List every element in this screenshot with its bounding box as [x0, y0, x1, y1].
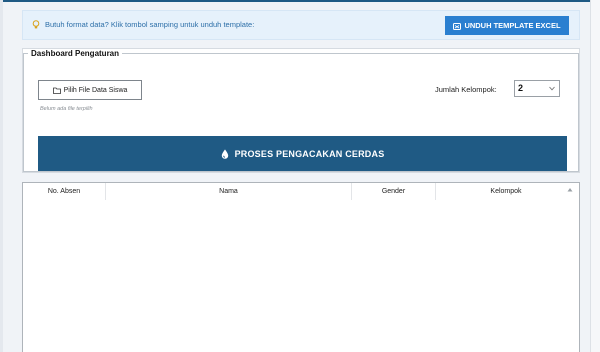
window-scrollbar[interactable]	[590, 0, 600, 352]
grid-header: No. Absen Nama Gender Kelompok	[23, 183, 583, 200]
settings-group: Dashboard Pengaturan Pilih File Data Sis…	[23, 49, 579, 172]
info-bar: Butuh format data? Klik tombol samping u…	[22, 10, 580, 40]
drop-icon	[221, 149, 228, 159]
choose-file-button[interactable]: Pilih File Data Siswa	[38, 80, 142, 100]
excel-icon	[453, 22, 462, 30]
column-header[interactable]: Kelompok	[436, 183, 576, 200]
settings-group-title: Dashboard Pengaturan	[31, 49, 120, 58]
scroll-up-icon[interactable]	[567, 187, 573, 192]
window-top-border	[0, 0, 600, 2]
window-left-edge	[0, 0, 3, 352]
chevron-down-icon	[549, 86, 555, 91]
kelompok-label: Jumlah Kelompok:	[435, 85, 497, 94]
kelompok-value: 2	[518, 83, 524, 93]
template-hint: Butuh format data? Klik tombol samping u…	[45, 20, 255, 29]
column-header[interactable]: No. Absen	[23, 183, 106, 200]
download-template-button[interactable]: UNDUH TEMPLATE EXCEL	[445, 16, 569, 35]
file-status: Belum ada file terpilih	[40, 106, 93, 112]
settings-panel: Dashboard Pengaturan Pilih File Data Sis…	[22, 48, 580, 173]
column-header[interactable]: Nama	[106, 183, 352, 200]
lightbulb-icon	[32, 20, 40, 29]
process-button-label: PROSES PENGACAKAN CERDAS	[234, 148, 385, 159]
results-grid[interactable]: No. Absen Nama Gender Kelompok	[22, 182, 580, 352]
choose-file-label: Pilih File Data Siswa	[63, 86, 128, 94]
folder-icon	[52, 87, 61, 94]
kelompok-select[interactable]: 2	[514, 80, 560, 97]
column-header[interactable]: Gender	[352, 183, 436, 200]
process-button[interactable]: PROSES PENGACAKAN CERDAS	[38, 136, 567, 171]
download-template-label: UNDUH TEMPLATE EXCEL	[464, 21, 561, 30]
